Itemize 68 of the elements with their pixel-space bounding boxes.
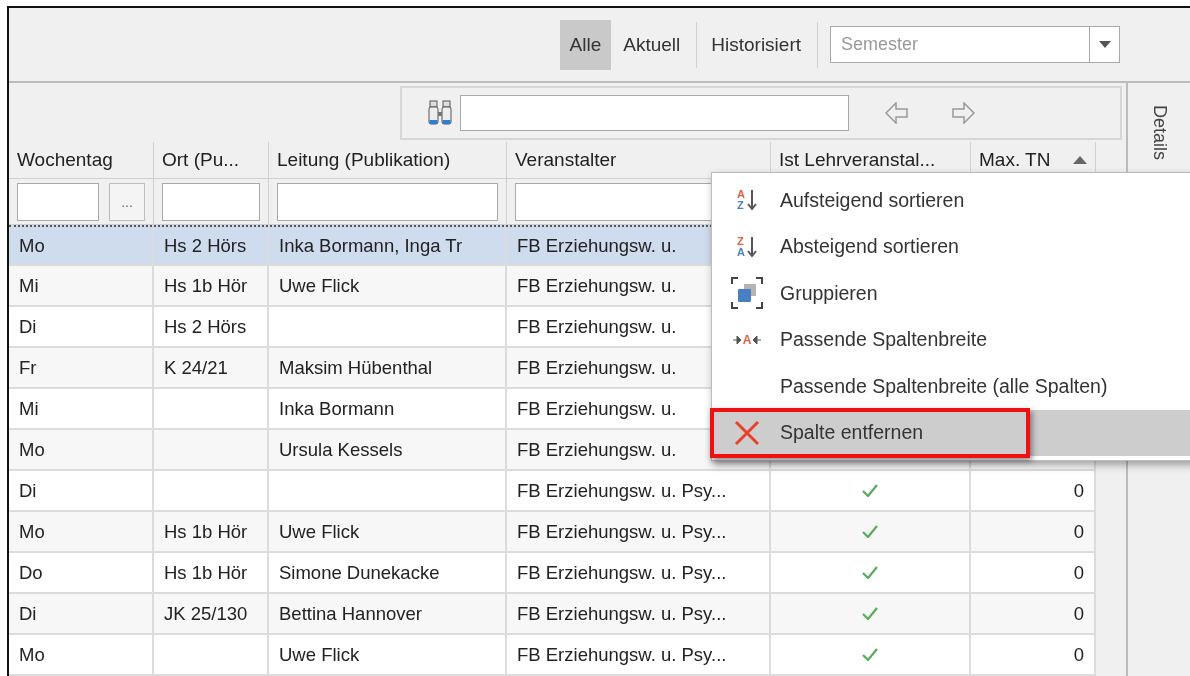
details-tab[interactable]: Details — [1148, 105, 1170, 161]
column-header[interactable]: Leitung (Publikation) — [269, 142, 507, 178]
table-cell: K 24/21 — [164, 356, 228, 379]
filter-tab[interactable]: Historisiert — [701, 19, 811, 70]
table-cell: Hs 2 Hörs — [164, 234, 247, 257]
table-cell: Ursula Kessels — [279, 438, 403, 461]
table-row[interactable]: Mo Hs 1b Hör Uwe Flick FB Erziehungsw. u. Psy... 0 — [9, 512, 1096, 553]
table-row[interactable]: Di FB Erziehungsw. u. Psy... 0 — [9, 471, 1096, 512]
table-cell: FB Erziehungsw. u. — [517, 438, 677, 461]
table-cell: Mi — [19, 397, 39, 420]
table-cell: FB Erziehungsw. u. Psy... — [517, 479, 727, 502]
table-cell: FB Erziehungsw. u. Psy... — [517, 520, 727, 543]
table-cell: 0 — [1073, 561, 1084, 584]
sort-ascending-icon — [1073, 156, 1087, 164]
table-cell: Mo — [19, 520, 45, 543]
table-cell: FB Erziehungsw. u. Psy... — [517, 561, 727, 584]
dropdown-button[interactable] — [1090, 26, 1120, 63]
column-header[interactable]: Ort (Pu... — [154, 142, 269, 178]
table-cell: FB Erziehungsw. u. — [517, 274, 677, 297]
table-cell: 0 — [1073, 520, 1084, 543]
table-cell: Fr — [19, 356, 37, 379]
table-row[interactable]: Do Hs 1b Hör Simone Dunekacke FB Erziehungsw. u. Psy... 0 — [9, 553, 1096, 594]
table-cell: 0 — [1073, 479, 1084, 502]
table-cell: Di — [19, 315, 37, 338]
table-cell: Bettina Hannover — [279, 602, 422, 625]
menu-item[interactable]: A Z Aufsteigend sortieren — [714, 177, 1190, 224]
binoculars-icon — [428, 99, 452, 126]
table-cell: Hs 1b Hör — [164, 520, 248, 543]
table-cell: Di — [19, 479, 37, 502]
table-cell: Mo — [19, 234, 45, 257]
filter-field[interactable] — [17, 182, 99, 221]
filter-tab[interactable]: Alle — [559, 19, 612, 70]
table-cell: Mo — [19, 643, 45, 666]
table-cell: Di — [19, 602, 37, 625]
filter-field[interactable] — [162, 182, 260, 221]
table-cell: FB Erziehungsw. u. — [517, 234, 677, 257]
search-field[interactable] — [460, 94, 849, 131]
table-cell: Hs 2 Hörs — [164, 315, 247, 338]
table-cell: FB Erziehungsw. u. Psy... — [517, 643, 727, 666]
table-cell: Mi — [19, 274, 39, 297]
table-row[interactable]: Mo Uwe Flick FB Erziehungsw. u. Psy... 0 — [9, 635, 1096, 676]
table-cell: Uwe Flick — [279, 520, 360, 543]
table-cell: Hs 1b Hör — [164, 561, 248, 584]
table-cell: Simone Dunekacke — [279, 561, 440, 584]
group-icon — [731, 277, 763, 310]
table-cell: Inka Bormann, Inga Tr — [279, 234, 463, 257]
table-cell: Inka Bormann — [279, 397, 395, 420]
table-cell: JK 25/130 — [164, 602, 248, 625]
table-row[interactable]: Di JK 25/130 Bettina Hannover FB Erziehungsw. u. Psy... 0 — [9, 594, 1096, 635]
ellipsis-button[interactable]: ... — [109, 182, 145, 221]
table-cell: Uwe Flick — [279, 274, 360, 297]
table-cell: Hs 1b Hör — [164, 274, 248, 297]
close-icon — [734, 419, 760, 446]
dropdown-arrow-icon — [1098, 41, 1111, 48]
filter-tab[interactable]: Aktuell — [613, 19, 691, 70]
table-cell: Mo — [19, 438, 45, 461]
table-cell: FB Erziehungsw. u. Psy... — [517, 602, 727, 625]
semester-field[interactable]: Semester — [830, 26, 1090, 63]
table-cell: 0 — [1073, 643, 1084, 666]
table-cell: FB Erziehungsw. u. — [517, 356, 677, 379]
table-cell: 0 — [1073, 602, 1084, 625]
table-cell: Maksim Hübenthal — [279, 356, 433, 379]
table-cell: Do — [19, 561, 43, 584]
table-cell: FB Erziehungsw. u. — [517, 397, 677, 420]
table-cell: FB Erziehungsw. u. — [517, 315, 677, 338]
table-cell: Uwe Flick — [279, 643, 360, 666]
filter-field[interactable] — [277, 182, 498, 221]
column-header[interactable]: Wochentag — [9, 142, 154, 178]
